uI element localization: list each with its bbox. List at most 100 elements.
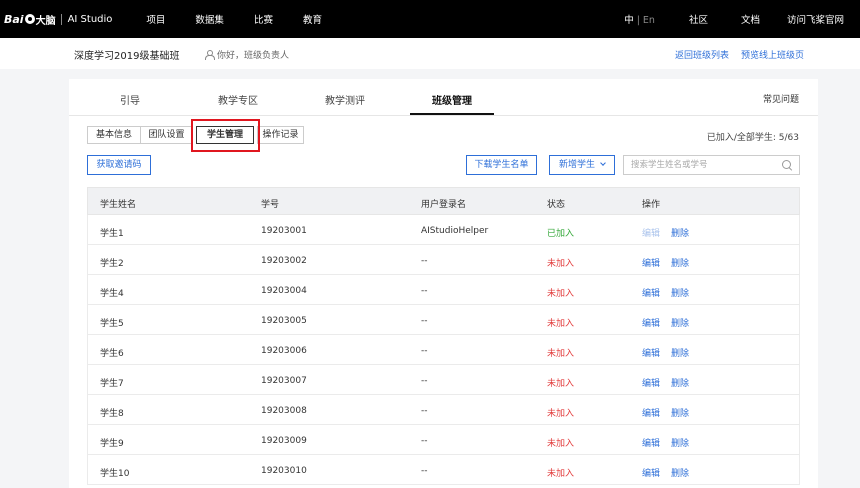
delete-button[interactable]: 删除 xyxy=(671,379,689,389)
status-badge: 未加入 xyxy=(547,289,575,299)
table-row: 学生9 19203009 -- 未加入 编辑 删除 xyxy=(87,425,800,455)
delete-button[interactable]: 删除 xyxy=(671,319,689,329)
search-icon[interactable] xyxy=(782,160,792,170)
chevron-down-icon xyxy=(600,160,606,166)
delete-button[interactable]: 删除 xyxy=(671,469,689,479)
delete-button[interactable]: 删除 xyxy=(671,229,689,239)
student-search xyxy=(623,155,800,175)
student-id: 19203007 xyxy=(261,376,307,386)
logo-studio: AI Studio xyxy=(67,13,113,25)
header-login-name: 用户登录名 xyxy=(421,200,467,210)
delete-button[interactable]: 删除 xyxy=(671,439,689,449)
delete-button[interactable]: 删除 xyxy=(671,409,689,419)
status-badge: 未加入 xyxy=(547,469,575,479)
student-name: 学生10 xyxy=(100,469,130,479)
student-name: 学生7 xyxy=(100,379,124,389)
joined-count: 已加入/全部学生: 5/63 xyxy=(706,133,799,143)
edit-button[interactable]: 编辑 xyxy=(642,259,660,269)
student-id: 19203009 xyxy=(261,436,307,446)
logo-bai: Bai xyxy=(4,12,24,26)
greeting: 你好，班级负责人 xyxy=(205,48,289,61)
student-id: 19203001 xyxy=(261,226,307,236)
tab-teaching-zone[interactable]: 教学专区 xyxy=(218,92,258,107)
edit-button: 编辑 xyxy=(642,229,661,239)
row-actions: 编辑 删除 xyxy=(642,256,689,269)
student-id: 19203006 xyxy=(261,346,307,356)
edit-button[interactable]: 编辑 xyxy=(642,349,660,359)
table-row: 学生4 19203004 -- 未加入 编辑 删除 xyxy=(87,275,800,305)
table-row: 学生7 19203007 -- 未加入 编辑 删除 xyxy=(87,365,800,395)
student-id: 19203004 xyxy=(261,286,307,296)
login-name: -- xyxy=(421,346,428,356)
nav-item-projects[interactable]: 项目 xyxy=(146,12,165,26)
edit-button[interactable]: 编辑 xyxy=(642,439,660,449)
nav-item-docs[interactable]: 文档 xyxy=(741,12,760,26)
status-badge: 未加入 xyxy=(547,349,575,359)
active-tab-indicator xyxy=(410,113,494,115)
baidu-ai-studio-logo[interactable]: Bai 大脑 AI Studio xyxy=(0,12,112,27)
faq-link[interactable]: 常见问题 xyxy=(763,92,799,105)
student-name: 学生2 xyxy=(100,259,124,269)
subtab-basic-info[interactable]: 基本信息 xyxy=(87,126,141,144)
student-name: 学生1 xyxy=(100,229,124,239)
edit-button[interactable]: 编辑 xyxy=(642,289,660,299)
nav-item-paddle-site[interactable]: 访问飞桨官网 xyxy=(787,12,844,26)
delete-button[interactable]: 删除 xyxy=(671,349,689,359)
student-id: 19203005 xyxy=(261,316,307,326)
subtab-operation-log[interactable]: 操作记录 xyxy=(257,126,304,144)
row-actions: 编辑 删除 xyxy=(642,346,689,359)
login-name: AIStudioHelper xyxy=(421,226,489,236)
student-name: 学生9 xyxy=(100,439,124,449)
status-badge: 未加入 xyxy=(547,379,575,389)
add-student-button[interactable]: 新增学生 xyxy=(549,155,615,175)
edit-button[interactable]: 编辑 xyxy=(642,319,660,329)
tab-guide[interactable]: 引导 xyxy=(120,92,140,107)
tab-bar: 引导 教学专区 教学测评 班级管理 常见问题 xyxy=(69,79,818,116)
header-actions: 操作 xyxy=(642,200,661,210)
tab-class-management[interactable]: 班级管理 xyxy=(432,92,472,107)
nav-item-datasets[interactable]: 数据集 xyxy=(195,12,224,26)
table-row: 学生5 19203005 -- 未加入 编辑 删除 xyxy=(87,305,800,335)
login-name: -- xyxy=(421,376,428,386)
table-row: 学生6 19203006 -- 未加入 编辑 删除 xyxy=(87,335,800,365)
tab-teaching-assessment[interactable]: 教学测评 xyxy=(325,92,365,107)
logo-du: 大脑 xyxy=(35,15,56,27)
class-header: 深度学习2019级基础班 你好，班级负责人 返回班级列表 预览线上班级页 xyxy=(0,38,860,69)
get-invite-code-button[interactable]: 获取邀请码 xyxy=(87,155,151,175)
status-badge: 未加入 xyxy=(547,409,575,419)
login-name: -- xyxy=(421,436,428,446)
table-row: 学生1 19203001 AIStudioHelper 已加入 编辑 删除 xyxy=(87,215,800,245)
search-input[interactable] xyxy=(624,156,774,174)
edit-button[interactable]: 编辑 xyxy=(642,409,660,419)
language-switch: 中 | En xyxy=(624,12,655,26)
download-student-list-button[interactable]: 下载学生名单 xyxy=(466,155,537,175)
nav-item-competitions[interactable]: 比赛 xyxy=(254,12,273,26)
edit-button[interactable]: 编辑 xyxy=(642,379,660,389)
preview-class-page-link[interactable]: 预览线上班级页 xyxy=(741,48,804,61)
lang-en[interactable]: En xyxy=(643,15,655,26)
header-status: 状态 xyxy=(547,200,566,210)
back-to-class-list-link[interactable]: 返回班级列表 xyxy=(675,48,729,61)
subtab-team-settings[interactable]: 团队设置 xyxy=(140,126,193,144)
table-row: 学生8 19203008 -- 未加入 编辑 删除 xyxy=(87,395,800,425)
edit-button[interactable]: 编辑 xyxy=(642,469,660,479)
delete-button[interactable]: 删除 xyxy=(671,259,689,269)
row-actions: 编辑 删除 xyxy=(642,286,689,299)
status-badge: 未加入 xyxy=(547,259,575,269)
lang-zh[interactable]: 中 xyxy=(624,15,634,26)
user-icon xyxy=(205,50,215,60)
student-name: 学生8 xyxy=(100,409,124,419)
nav-item-community[interactable]: 社区 xyxy=(689,12,708,26)
table-body: 学生1 19203001 AIStudioHelper 已加入 编辑 删除 学生2 19203… xyxy=(87,215,800,485)
login-name: -- xyxy=(421,406,428,416)
table-row: 学生10 19203010 -- 未加入 编辑 删除 xyxy=(87,455,800,485)
student-table: 学生姓名 学号 用户登录名 状态 操作 学生1 19203001 AIStudioH… xyxy=(87,187,800,485)
status-badge: 已加入 xyxy=(547,229,575,239)
student-id: 19203002 xyxy=(261,256,307,266)
delete-button[interactable]: 删除 xyxy=(671,289,689,299)
student-id: 19203010 xyxy=(261,466,307,476)
row-actions: 编辑 删除 xyxy=(642,436,689,449)
header-student-id: 学号 xyxy=(261,200,280,210)
login-name: -- xyxy=(421,316,428,326)
nav-item-education[interactable]: 教育 xyxy=(303,12,322,26)
